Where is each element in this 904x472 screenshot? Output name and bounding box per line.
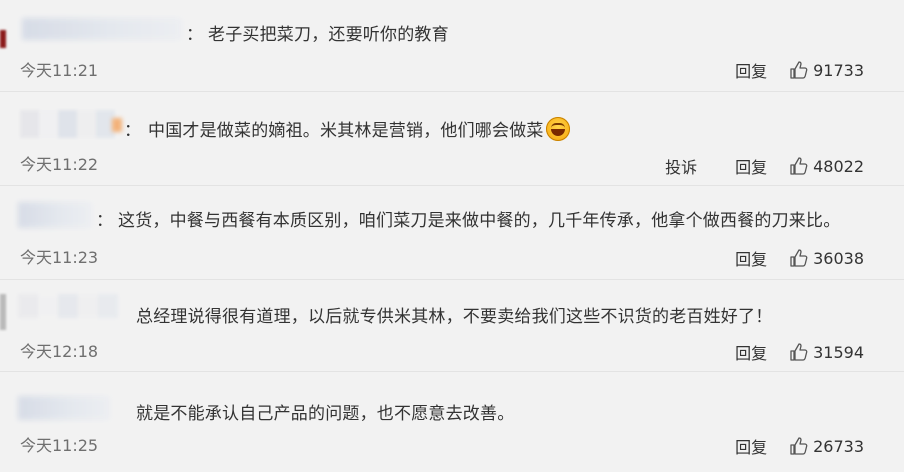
- comment-item: 就是不能承认自己产品的问题，也不愿意去改善。 今天11:25 回复 26733: [0, 372, 904, 472]
- thumbs-up-icon: [790, 61, 808, 79]
- thumbs-up-icon: [790, 437, 808, 455]
- comment-item: ： 中国才是做菜的嫡祖。米其林是营销，他们哪会做菜 今天11:22 投诉 回复 …: [0, 92, 904, 186]
- comment-text-body: 中国才是做菜的嫡祖。米其林是营销，他们哪会做菜: [148, 121, 544, 141]
- comment-actions: 回复 91733: [697, 58, 864, 82]
- comment-time: 今天11:22: [20, 155, 99, 174]
- username-colon: ：: [186, 25, 203, 45]
- blurred-username[interactable]: [18, 294, 118, 318]
- like-count: 36038: [813, 248, 864, 268]
- comment-item: 总经理说得很有道理，以后就专供米其林，不要卖给我们这些不识货的老百姓好了！ 今天…: [0, 280, 904, 372]
- avatar-fragment: [112, 118, 122, 132]
- blurred-username[interactable]: [22, 18, 182, 40]
- laughing-emoji-icon: [545, 117, 570, 141]
- thumbs-up-icon: [790, 343, 808, 361]
- like-count: 48022: [813, 156, 864, 176]
- thumbs-up-icon: [790, 249, 808, 267]
- like-button[interactable]: 48022: [789, 156, 864, 176]
- like-count: 91733: [813, 60, 864, 80]
- avatar-edge: [0, 294, 6, 330]
- like-count: 26733: [813, 436, 864, 456]
- report-button[interactable]: 投诉: [665, 154, 697, 178]
- comment-item: ： 老子买把菜刀，还要听你的教育 今天11:21 回复 91733: [0, 0, 904, 92]
- like-button[interactable]: 26733: [789, 436, 864, 456]
- comment-actions: 投诉 回复 48022: [627, 154, 864, 178]
- reply-button[interactable]: 回复: [735, 340, 767, 364]
- comment-time: 今天12:18: [20, 342, 99, 361]
- comment-time: 今天11:25: [20, 436, 99, 455]
- comment-text: 总经理说得很有道理，以后就专供米其林，不要卖给我们这些不识货的老百姓好了！: [136, 307, 773, 327]
- like-count: 31594: [813, 342, 864, 362]
- comment-actions: 回复 36038: [697, 246, 864, 270]
- like-button[interactable]: 36038: [789, 248, 864, 268]
- blurred-username[interactable]: [20, 110, 115, 138]
- comment-text: 就是不能承认自己产品的问题，也不愿意去改善。: [136, 404, 515, 424]
- blurred-username[interactable]: [18, 396, 110, 420]
- reply-button[interactable]: 回复: [735, 434, 767, 458]
- thumbs-up-icon: [790, 157, 808, 175]
- like-button[interactable]: 91733: [789, 60, 864, 80]
- reply-button[interactable]: 回复: [735, 246, 767, 270]
- like-button[interactable]: 31594: [789, 342, 864, 362]
- comment-item: ： 这货，中餐与西餐有本质区别，咱们菜刀是来做中餐的，几千年传承，他拿个做西餐的…: [0, 186, 904, 280]
- comment-actions: 回复 31594: [697, 340, 864, 364]
- avatar-edge: [0, 30, 6, 48]
- comment-time: 今天11:23: [20, 248, 99, 267]
- username-colon: ：: [124, 121, 141, 141]
- comment-text: 老子买把菜刀，还要听你的教育: [208, 25, 449, 45]
- blurred-username[interactable]: [18, 202, 92, 228]
- reply-button[interactable]: 回复: [735, 58, 767, 82]
- reply-button[interactable]: 回复: [735, 154, 767, 178]
- username-colon: ：: [96, 211, 113, 231]
- comment-time: 今天11:21: [20, 61, 99, 80]
- comment-actions: 回复 26733: [697, 434, 864, 458]
- comment-text: 这货，中餐与西餐有本质区别，咱们菜刀是来做中餐的，几千年传承，他拿个做西餐的刀来…: [118, 211, 841, 231]
- comment-text: 中国才是做菜的嫡祖。米其林是营销，他们哪会做菜: [148, 116, 570, 141]
